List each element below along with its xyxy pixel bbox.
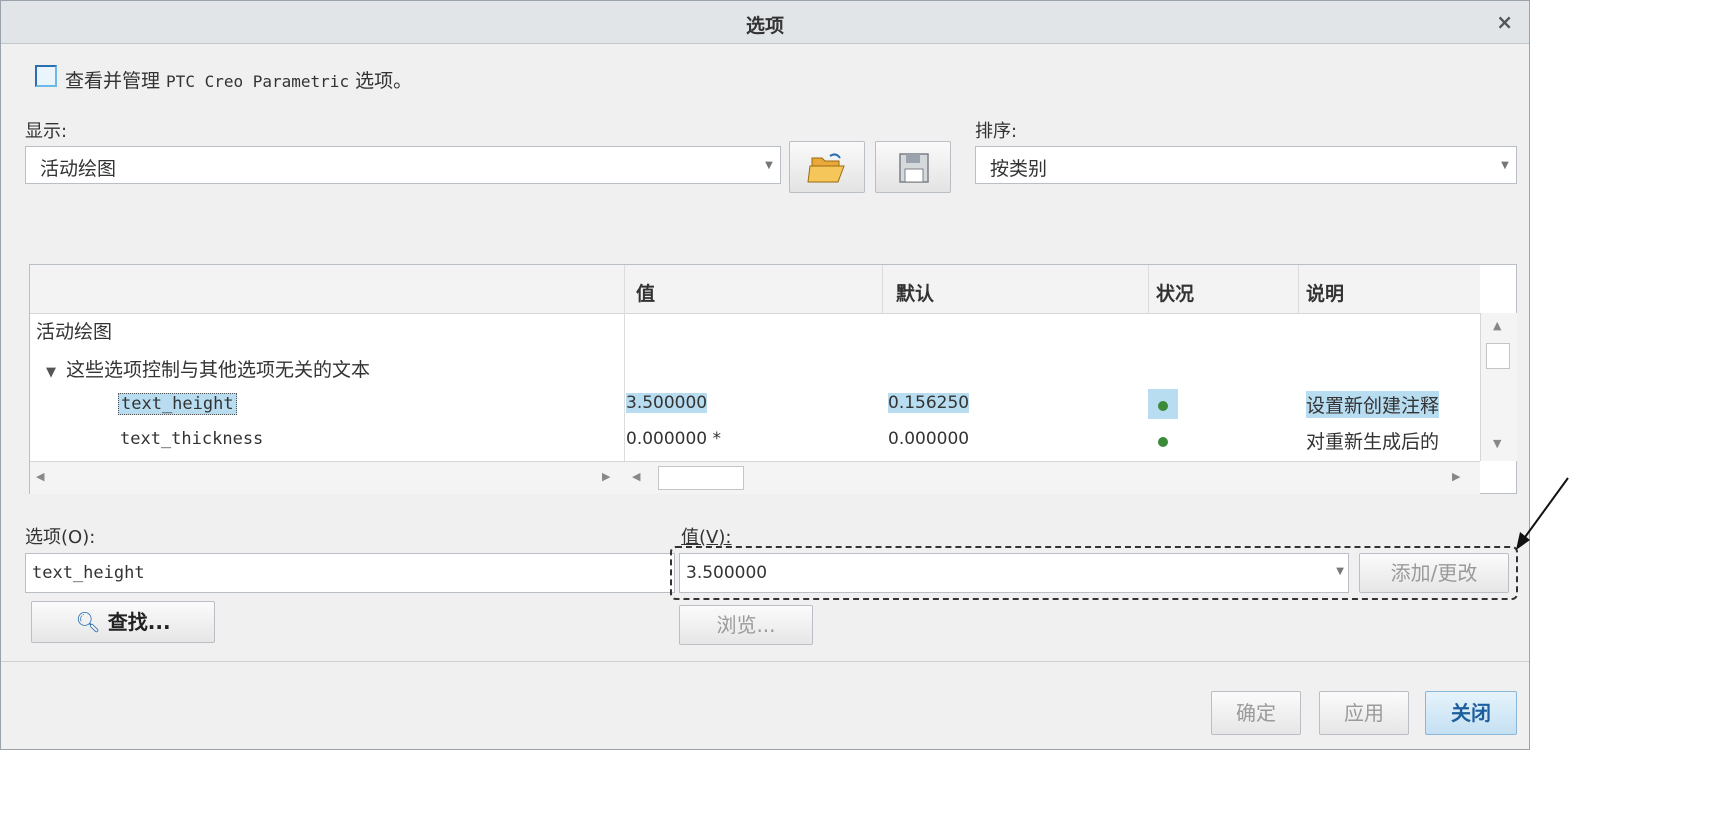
apply-button[interactable]: 应用	[1319, 691, 1409, 735]
save-file-button[interactable]	[875, 141, 951, 193]
find-button[interactable]: 🔍︎ 查找...	[31, 601, 215, 643]
sort-select[interactable]: 按类别 ▼	[975, 146, 1517, 184]
scroll-left-icon[interactable]: ◀	[36, 470, 44, 483]
scroll-thumb[interactable]	[658, 466, 744, 490]
status-ok-icon	[1158, 437, 1168, 447]
table-row-value[interactable]: 0.000000 *	[626, 429, 721, 449]
save-icon	[899, 153, 929, 183]
vertical-scrollbar[interactable]: ▲ ▼	[1480, 313, 1517, 461]
search-icon: 🔍︎	[75, 610, 101, 634]
display-select-value: 活动绘图	[40, 158, 117, 180]
close-button[interactable]: 关闭	[1425, 691, 1517, 735]
column-header-value[interactable]: 值	[636, 279, 655, 306]
right-horizontal-scrollbar[interactable]: ◀ ▶	[624, 461, 1480, 494]
table-row-name[interactable]: text_thickness	[120, 429, 263, 449]
table-header: 值 默认 状况 说明	[30, 265, 1480, 314]
table-row-value[interactable]: 3.500000	[626, 393, 708, 413]
footer-divider	[1, 661, 1529, 662]
column-header-description[interactable]: 说明	[1306, 279, 1344, 306]
table-row-description: 对重新生成后的	[1306, 431, 1440, 453]
intro-product: PTC Creo Parametric	[166, 72, 350, 91]
browse-button[interactable]: 浏览...	[679, 605, 813, 645]
find-button-label: 查找...	[107, 610, 171, 634]
table-row-description: 设置新创建注释	[1306, 391, 1440, 418]
scroll-thumb[interactable]	[1486, 343, 1510, 369]
option-input-value: text_height	[32, 563, 145, 583]
open-file-button[interactable]	[789, 141, 865, 193]
scroll-right-icon[interactable]: ▶	[1452, 470, 1460, 483]
scroll-right-icon[interactable]: ▶	[602, 470, 610, 483]
status-ok-icon	[1158, 401, 1168, 411]
option-label: 选项(O):	[25, 527, 96, 548]
section-row[interactable]: ▼ 这些选项控制与其他选项无关的文本	[46, 355, 370, 382]
table-row-default: 0.156250	[888, 393, 970, 413]
display-select[interactable]: 活动绘图 ▼	[25, 146, 781, 184]
sort-label: 排序:	[975, 121, 1018, 142]
chevron-down-icon[interactable]: ▼	[758, 147, 780, 183]
display-label: 显示:	[25, 121, 68, 142]
callout-arrow	[1516, 477, 1569, 550]
scroll-left-icon[interactable]: ◀	[632, 470, 640, 483]
intro-suffix: 选项。	[349, 70, 413, 92]
column-header-default[interactable]: 默认	[896, 279, 934, 306]
close-icon[interactable]: ×	[1496, 10, 1513, 34]
column-header-status[interactable]: 状况	[1156, 279, 1194, 306]
options-table: 值 默认 状况 说明 活动绘图 ▼ 这些选项控制与其他选项无关的文本 text_h…	[29, 264, 1517, 494]
folder-open-icon	[807, 153, 845, 183]
table-row-default: 0.000000	[888, 429, 970, 449]
option-input[interactable]: text_height	[25, 553, 675, 593]
dialog-title: 选项	[745, 15, 784, 37]
sort-select-value: 按类别	[990, 158, 1048, 180]
left-horizontal-scrollbar[interactable]: ◀ ▶	[30, 461, 624, 494]
options-icon	[35, 65, 57, 87]
intro-text: 查看并管理 PTC Creo Parametric 选项。	[65, 66, 412, 93]
title-bar: 选项 ×	[1, 1, 1529, 44]
ok-button[interactable]: 确定	[1211, 691, 1301, 735]
group-row-label[interactable]: 活动绘图	[36, 317, 112, 344]
scroll-down-icon[interactable]: ▼	[1493, 437, 1501, 450]
intro-prefix: 查看并管理	[65, 70, 167, 92]
table-row-name[interactable]: text_height	[118, 393, 237, 415]
row-name-text: text_height	[121, 394, 234, 414]
value-callout-box	[670, 546, 1518, 600]
options-dialog: 选项 × 查看并管理 PTC Creo Parametric 选项。 显示: 活…	[0, 0, 1530, 750]
chevron-down-icon[interactable]: ▼	[1494, 147, 1516, 183]
section-row-label: 这些选项控制与其他选项无关的文本	[66, 359, 371, 381]
scroll-up-icon[interactable]: ▲	[1493, 319, 1501, 332]
expand-triangle-icon[interactable]: ▼	[46, 365, 56, 380]
